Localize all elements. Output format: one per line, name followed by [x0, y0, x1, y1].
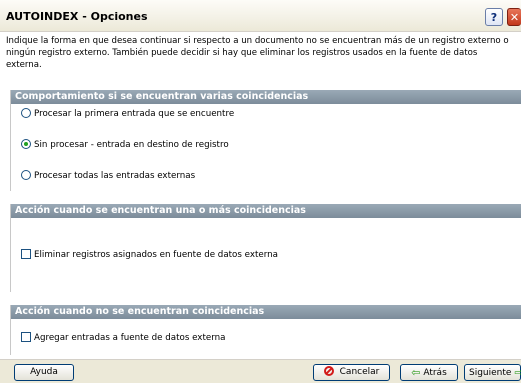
radio-process-first[interactable] [21, 108, 31, 118]
no-matches-group: Acción cuando no se encuentran coinciden… [10, 305, 521, 355]
one-or-more-matches-group: Acción cuando se encuentran una o más co… [10, 204, 521, 292]
option-process-all[interactable]: Procesar todas las entradas externas [21, 170, 195, 182]
option-add-entries-label: Agregar entradas a fuente de datos exter… [34, 333, 226, 343]
help-title-button[interactable]: ? [485, 8, 503, 26]
no-matches-header: Acción cuando no se encuentran coinciden… [11, 305, 521, 319]
back-label: Atrás [423, 368, 447, 378]
multiple-matches-header: Comportamiento si se encuentran varias c… [11, 90, 521, 104]
help-button[interactable]: Ayuda [14, 364, 74, 381]
checkbox-add-entries[interactable] [21, 332, 31, 342]
radio-no-process[interactable] [21, 139, 31, 149]
option-add-entries[interactable]: Agregar entradas a fuente de datos exter… [21, 332, 225, 344]
next-button[interactable]: Siguiente ⇨ [464, 364, 521, 381]
window-title: AUTOINDEX - Opciones [6, 10, 148, 23]
option-process-first-label: Procesar la primera entrada que se encue… [34, 109, 235, 119]
multiple-matches-group: Comportamiento si se encuentran varias c… [10, 90, 521, 191]
option-delete-records-label: Eliminar registros asignados en fuente d… [34, 250, 278, 260]
back-button[interactable]: ⇦ Atrás [400, 364, 458, 381]
intro-text: Indique la forma en que desea continuar … [6, 35, 514, 71]
arrow-left-icon: ⇦ [411, 366, 421, 379]
close-button[interactable]: ✕ [507, 8, 521, 26]
radio-process-all[interactable] [21, 170, 31, 180]
option-process-all-label: Procesar todas las entradas externas [34, 171, 196, 181]
cancel-label: Cancelar [339, 367, 380, 377]
intro-line-1: Indique la forma en que desea continuar … [6, 36, 509, 46]
arrow-right-icon: ⇨ [514, 366, 521, 379]
footer-bar: Ayuda Cancelar ⇦ Atrás Siguiente ⇨ [0, 359, 521, 383]
title-bar: AUTOINDEX - Opciones ? ✕ [0, 0, 521, 32]
intro-line-2: ningún registro externo. También puede d… [6, 48, 478, 70]
option-process-first[interactable]: Procesar la primera entrada que se encue… [21, 108, 234, 120]
one-or-more-matches-header: Acción cuando se encuentran una o más co… [11, 204, 521, 218]
cancel-button[interactable]: Cancelar [313, 364, 390, 381]
option-no-process-label: Sin procesar - entrada en destino de reg… [34, 140, 229, 150]
option-delete-records[interactable]: Eliminar registros asignados en fuente d… [21, 249, 278, 261]
cancel-icon [323, 366, 334, 376]
next-label: Siguiente [469, 368, 512, 378]
checkbox-delete-records[interactable] [21, 249, 31, 259]
option-no-process[interactable]: Sin procesar - entrada en destino de reg… [21, 139, 229, 151]
